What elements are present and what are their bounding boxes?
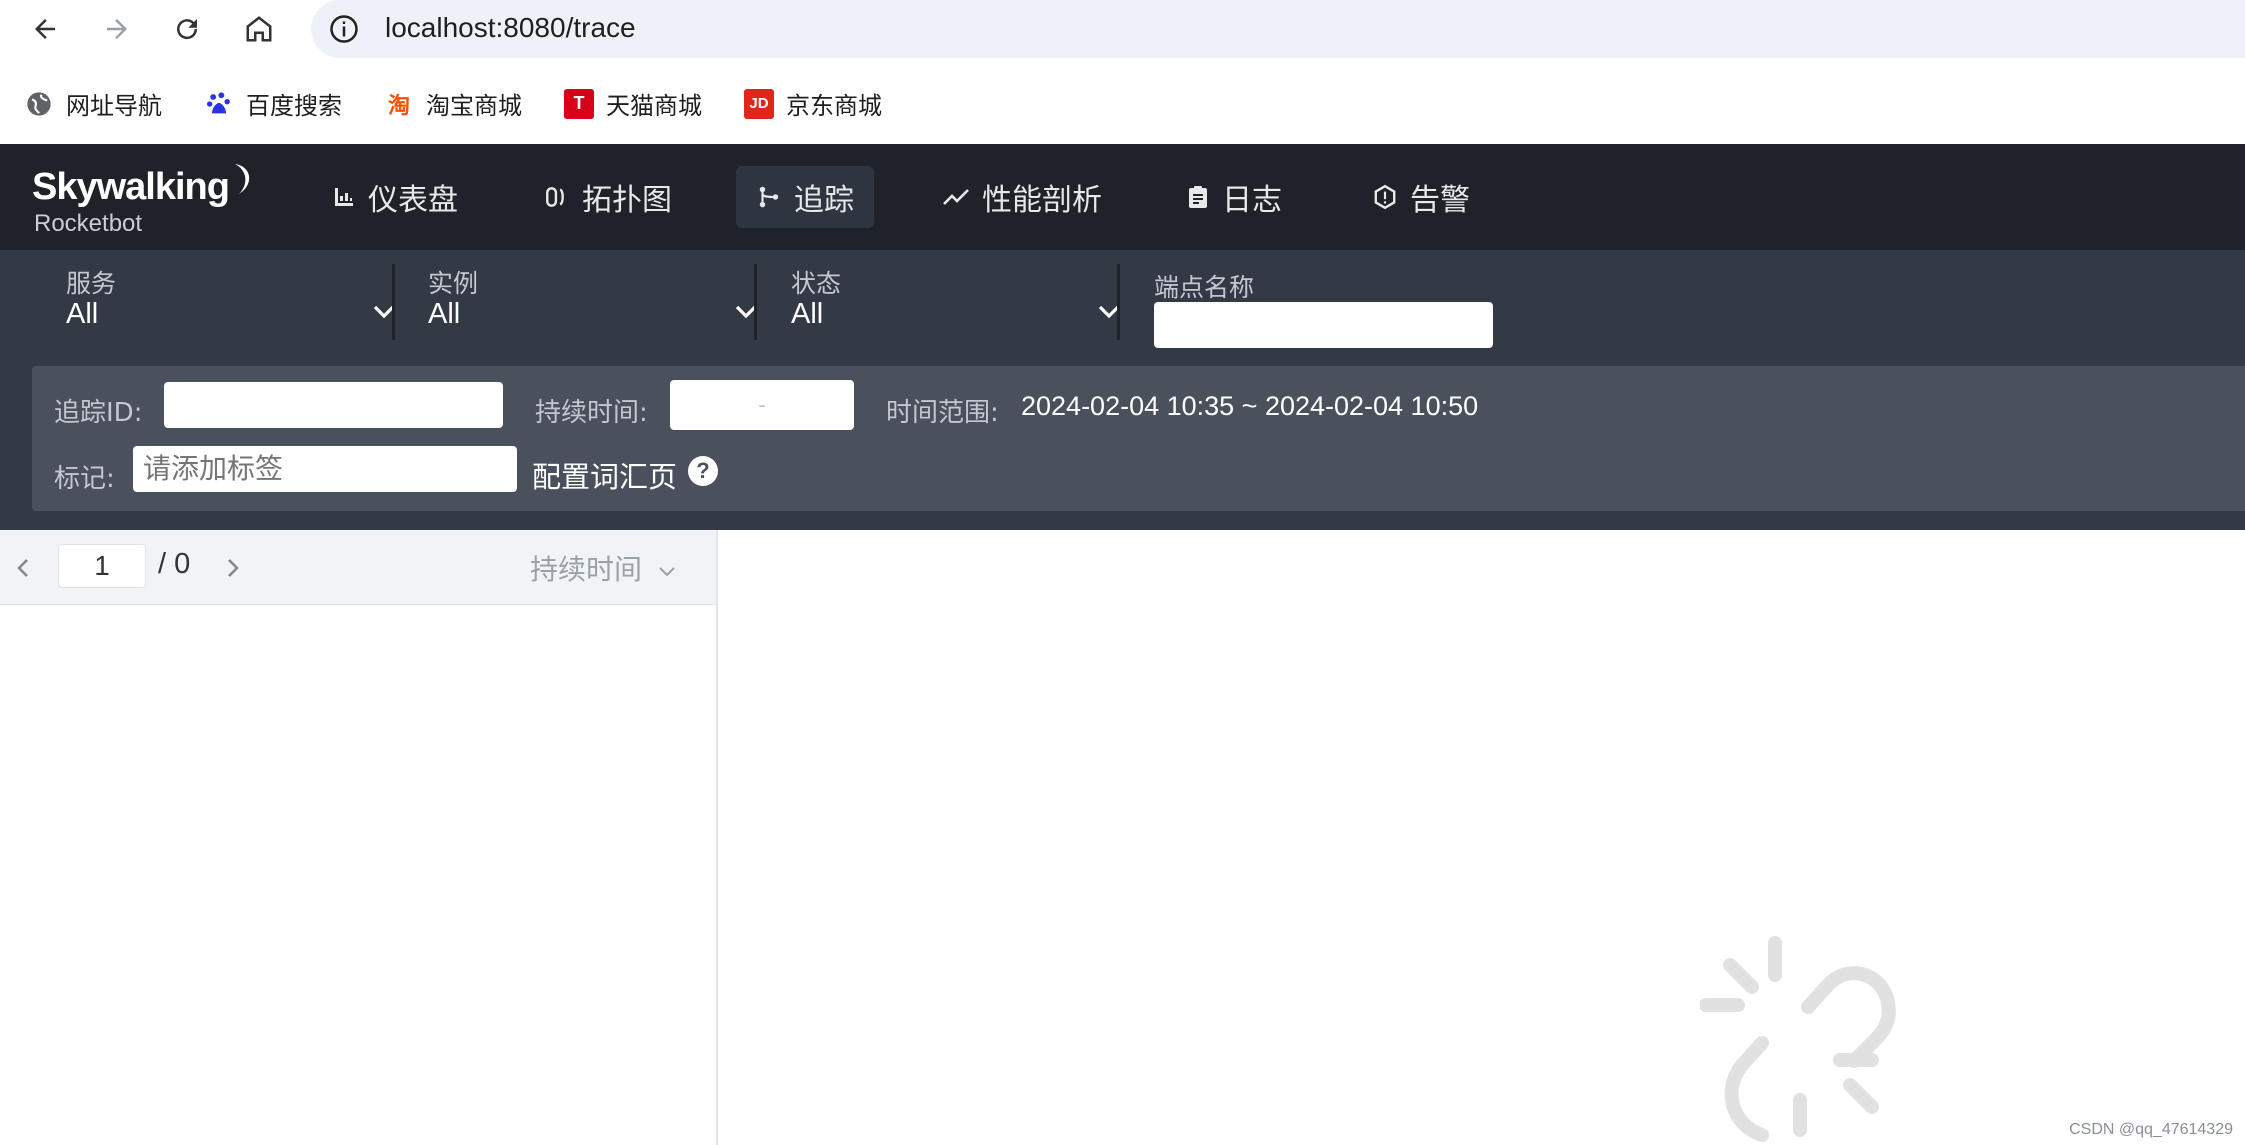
duration-separator: - [758,393,766,417]
instance-select[interactable]: 实例 All [428,264,758,340]
topology-icon [546,187,564,207]
bookmark-taobao[interactable]: 淘 淘宝商城 [384,86,522,121]
status-value: All [791,298,824,330]
instance-label: 实例 [428,269,479,298]
address-bar[interactable]: localhost:8080/trace [311,0,2245,58]
bookmark-label: 网址导航 [66,92,162,120]
filter-bar: 服务 All 实例 All 状态 All 端点名称 追踪ID: 持续时间: - … [0,250,2245,530]
endpoint-label: 端点名称 [1154,273,1255,302]
status-select[interactable]: 状态 All [791,264,1121,340]
watermark: CSDN @qq_47614329 [2069,1121,2233,1138]
page-total: / 0 [158,548,191,580]
time-range-label: 时间范围: [886,398,999,428]
nav-label: 拓扑图 [582,183,672,218]
profile-icon [943,189,969,205]
pagination: / 0 持续时间 [0,530,716,605]
service-label: 服务 [66,269,117,298]
status-label: 状态 [791,269,842,298]
globe-icon [24,89,54,119]
chevron-down-icon [659,567,675,577]
alarm-icon [1374,184,1396,210]
logo[interactable]: Skywalking [32,164,250,209]
logo-text: Skywalking [32,166,230,208]
prev-page-icon[interactable] [14,556,32,580]
taobao-icon: 淘 [387,93,410,119]
bookmark-label: 京东商城 [786,92,882,120]
duration-range-input[interactable]: - [670,380,854,430]
time-range-value[interactable]: 2024-02-04 10:35 ~ 2024-02-04 10:50 [1021,391,1478,422]
bookmark-tmall[interactable]: T 天猫商城 [564,86,702,121]
baidu-icon [204,89,234,119]
page-number-input[interactable] [58,544,146,588]
bookmarks-bar: 网址导航 百度搜索 淘 淘宝商城 T 天猫商城 JD 京东商城 [0,58,2245,144]
next-page-icon[interactable] [224,556,242,580]
bookmark-label: 百度搜索 [246,92,342,120]
sort-label: 持续时间 [530,553,643,586]
nav-label: 追踪 [794,183,854,218]
divider [1117,264,1120,340]
trace-icon [759,186,779,208]
app-header: Skywalking Rocketbot 仪表盘 拓扑图 追踪 性能剖析 日志 … [0,144,2245,250]
tmall-icon: T [564,88,594,119]
trace-id-input[interactable] [164,382,503,428]
forward-icon[interactable] [96,8,138,50]
bookmark-nav[interactable]: 网址导航 [24,86,162,121]
back-icon[interactable] [24,8,66,50]
nav-label: 仪表盘 [368,183,458,218]
divider [754,264,757,340]
log-icon [1189,186,1207,208]
nav-topology[interactable]: 拓扑图 [524,166,692,228]
divider [392,264,395,340]
nav-label: 日志 [1222,183,1282,218]
logo-swoosh-icon [234,164,250,194]
nav-alarm[interactable]: 告警 [1352,166,1490,228]
nav-log[interactable]: 日志 [1166,166,1302,228]
url-text: localhost:8080/trace [385,12,636,43]
service-select[interactable]: 服务 All [66,264,396,340]
bookmark-label: 淘宝商城 [426,92,522,120]
trace-id-label: 追踪ID: [54,398,143,428]
sort-select[interactable]: 持续时间 [530,548,677,588]
reload-icon[interactable] [166,8,208,50]
nav-label: 性能剖析 [982,183,1102,218]
config-vocab-link[interactable]: 配置词汇页 [532,454,677,496]
jd-icon: JD [744,88,774,119]
dashboard-icon [335,188,353,206]
help-icon[interactable]: ? [688,456,718,486]
bookmark-label: 天猫商城 [606,92,702,120]
browser-toolbar: localhost:8080/trace [0,0,2245,58]
tags-label: 标记: [54,464,115,494]
endpoint-input[interactable] [1154,302,1493,348]
home-icon[interactable] [238,8,280,50]
duration-label: 持续时间: [535,398,648,428]
bookmark-jd[interactable]: JD 京东商城 [744,86,882,121]
broken-link-icon [1700,936,1896,1142]
bookmark-baidu[interactable]: 百度搜索 [204,86,342,121]
search-panel: 追踪ID: 持续时间: - 时间范围: 2024-02-04 10:35 ~ 2… [32,366,2245,511]
trace-list-pane: / 0 持续时间 [0,530,718,1145]
nav-label: 告警 [1410,183,1470,218]
tags-input[interactable] [133,446,517,492]
instance-value: All [428,298,461,330]
site-info-icon[interactable] [329,14,359,48]
nav-trace[interactable]: 追踪 [736,166,874,228]
service-value: All [66,298,99,330]
nav-profile[interactable]: 性能剖析 [922,166,1122,228]
logo-subtitle: Rocketbot [34,210,143,237]
nav-dashboard[interactable]: 仪表盘 [312,166,478,228]
